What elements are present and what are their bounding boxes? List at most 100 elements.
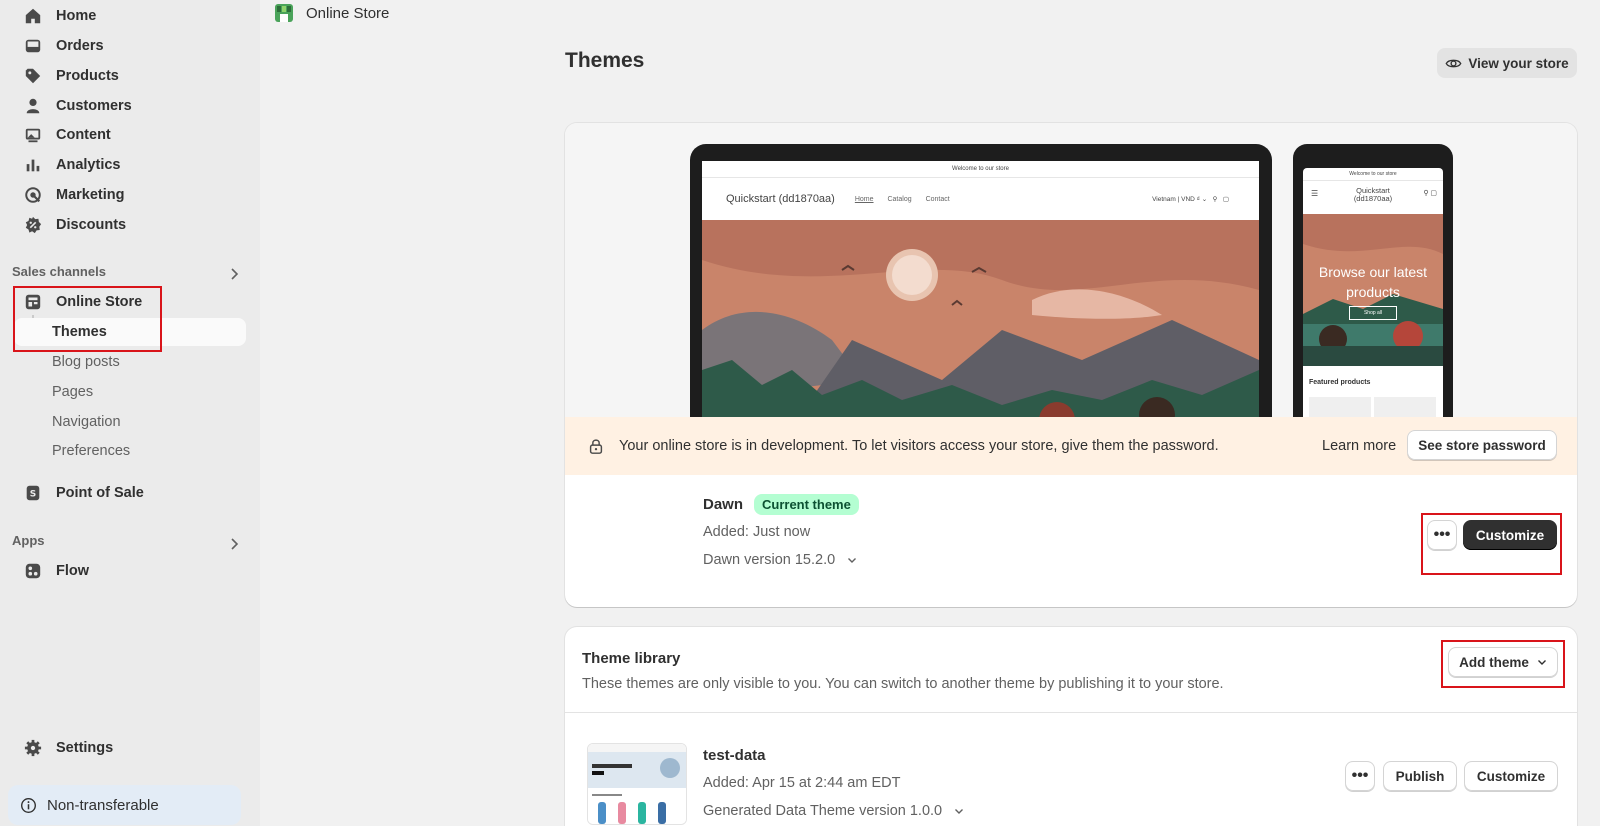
nav-marketing-label: Marketing	[56, 187, 125, 203]
chevron-down-icon	[955, 809, 964, 815]
library-customize-button[interactable]: Customize	[1464, 761, 1558, 791]
store-header: Quickstart (dd1870aa) Home Catalog Conta…	[702, 178, 1259, 220]
current-theme-name: Dawn	[703, 496, 744, 513]
chevron-right-icon[interactable]	[226, 536, 242, 552]
mobile-hero-text: Browse our latest products Shop all	[1303, 262, 1443, 320]
nav-products-label: Products	[56, 68, 119, 84]
mobile-header: Quickstart (dd1870aa) ☰ ⚲ ▢	[1303, 181, 1443, 214]
search-cart-icons: ⚲ ▢	[1423, 190, 1437, 197]
theme-library-description: These themes are only visible to you. Yo…	[582, 676, 1224, 692]
apps-label: Apps	[12, 533, 45, 548]
hero-illustration	[702, 220, 1259, 441]
nav-customers[interactable]: Customers	[14, 92, 246, 120]
sub-item-pages[interactable]: Pages	[14, 378, 246, 406]
nav-flow[interactable]: Flow	[14, 557, 246, 585]
page-title: Themes	[565, 49, 645, 72]
flow-icon	[22, 560, 44, 582]
current-theme-card: Welcome to our store Quickstart (dd1870a…	[565, 123, 1577, 607]
non-transferable-badge[interactable]: Non-transferable	[8, 785, 241, 825]
store-region-label: Vietnam | VND ₫	[1152, 196, 1200, 203]
nav-home[interactable]: Home	[14, 2, 246, 30]
gear-icon	[22, 737, 44, 759]
eye-icon	[1445, 59, 1462, 67]
theme-preview: Welcome to our store Quickstart (dd1870a…	[565, 123, 1577, 441]
sub-item-navigation[interactable]: Navigation	[14, 408, 246, 436]
mobile-preview-screen: Welcome to our store Quickstart (dd1870a…	[1303, 168, 1443, 434]
library-theme-version[interactable]: Generated Data Theme version 1.0.0	[703, 803, 964, 819]
store-announcement: Welcome to our store	[702, 161, 1259, 178]
nav-discounts[interactable]: Discounts	[14, 211, 246, 239]
target-icon	[22, 184, 44, 206]
store-region: Vietnam | VND ₫ ⌄ ⚲ ▢	[1152, 196, 1229, 203]
nav-content-label: Content	[56, 127, 111, 143]
nav-discounts-label: Discounts	[56, 217, 127, 233]
mobile-store-name-2: (dd1870aa)	[1353, 194, 1393, 203]
nav-orders[interactable]: Orders	[14, 32, 246, 60]
library-theme-name: test-data	[703, 747, 766, 764]
sub-item-blog-posts[interactable]: Blog posts	[14, 348, 246, 376]
learn-more-link[interactable]: Learn more	[1322, 438, 1396, 454]
test-data-thumbnail-image	[588, 744, 686, 824]
breadcrumb-label: Online Store	[306, 4, 390, 22]
nav-flow-label: Flow	[56, 563, 90, 579]
current-theme-version-label: Dawn version 15.2.0	[703, 552, 836, 568]
chevron-right-icon[interactable]	[226, 266, 242, 282]
nav-settings[interactable]: Settings	[14, 734, 246, 762]
mobile-hero-line1: Browse our latest	[1318, 264, 1428, 280]
nav-analytics[interactable]: Analytics	[14, 151, 246, 179]
nav-products[interactable]: Products	[14, 62, 246, 90]
store-links: Home Catalog Contact	[855, 196, 962, 203]
current-theme-version[interactable]: Dawn version 15.2.0	[703, 552, 857, 568]
sales-channels-label: Sales channels	[12, 264, 106, 279]
nav-point-of-sale-label: Point of Sale	[56, 485, 144, 501]
theme-library-title: Theme library	[582, 650, 681, 667]
divider	[565, 712, 1577, 713]
highlight-add-theme	[1441, 640, 1565, 688]
store-link-contact: Contact	[925, 195, 950, 203]
mobile-preview: Welcome to our store Quickstart (dd1870a…	[1293, 144, 1453, 434]
nav-home-label: Home	[56, 8, 97, 24]
see-store-password-button[interactable]: See store password	[1407, 430, 1557, 460]
tag-icon	[22, 65, 44, 87]
mobile-hero-line2: products	[1346, 284, 1400, 300]
menu-icon: ☰	[1311, 189, 1319, 198]
non-transferable-label: Non-transferable	[47, 796, 159, 814]
nav-content[interactable]: Content	[14, 121, 246, 149]
theme-library-card: Theme library These themes are only visi…	[565, 627, 1577, 826]
library-theme-actions-button[interactable]: •••	[1345, 761, 1375, 791]
publish-button[interactable]: Publish	[1383, 761, 1457, 791]
breadcrumb[interactable]: Online Store	[274, 3, 389, 23]
sub-item-navigation-label: Navigation	[52, 414, 121, 430]
sub-item-pages-label: Pages	[52, 384, 94, 400]
mobile-announcement: Welcome to our store	[1303, 168, 1443, 181]
sub-item-preferences[interactable]: Preferences	[14, 437, 246, 465]
sub-item-blog-posts-label: Blog posts	[52, 354, 120, 370]
store-link-catalog: Catalog	[887, 195, 912, 203]
mobile-featured-label: Featured products	[1309, 379, 1371, 386]
discount-icon	[22, 214, 44, 236]
chevron-down-icon	[848, 558, 857, 564]
view-store-label: View your store	[1468, 55, 1569, 71]
lock-icon	[589, 439, 603, 454]
bar-chart-icon	[22, 154, 44, 176]
highlight-online-store-themes	[13, 286, 162, 352]
nav-marketing[interactable]: Marketing	[14, 181, 246, 209]
mobile-hero-button: Shop all	[1349, 306, 1397, 320]
desktop-preview-screen: Welcome to our store Quickstart (dd1870a…	[702, 161, 1259, 441]
test-data-thumbnail[interactable]	[587, 743, 687, 825]
online-store-logo-icon	[275, 4, 293, 22]
store-link-home: Home	[854, 195, 874, 203]
svg-text:S: S	[30, 490, 36, 500]
home-icon	[22, 5, 44, 27]
pos-icon: S	[22, 482, 44, 504]
highlight-customize	[1421, 513, 1562, 575]
sidebar: Home Orders Products Customers Content A…	[0, 0, 260, 826]
nav-point-of-sale[interactable]: S Point of Sale	[14, 479, 246, 507]
current-theme-badge: Current theme	[754, 494, 859, 515]
person-icon	[22, 95, 44, 117]
inbox-icon	[22, 35, 44, 57]
nav-customers-label: Customers	[56, 98, 132, 114]
view-store-button[interactable]: View your store	[1437, 48, 1577, 78]
library-theme-version-label: Generated Data Theme version 1.0.0	[703, 803, 943, 819]
current-theme-added: Added: Just now	[703, 524, 811, 540]
